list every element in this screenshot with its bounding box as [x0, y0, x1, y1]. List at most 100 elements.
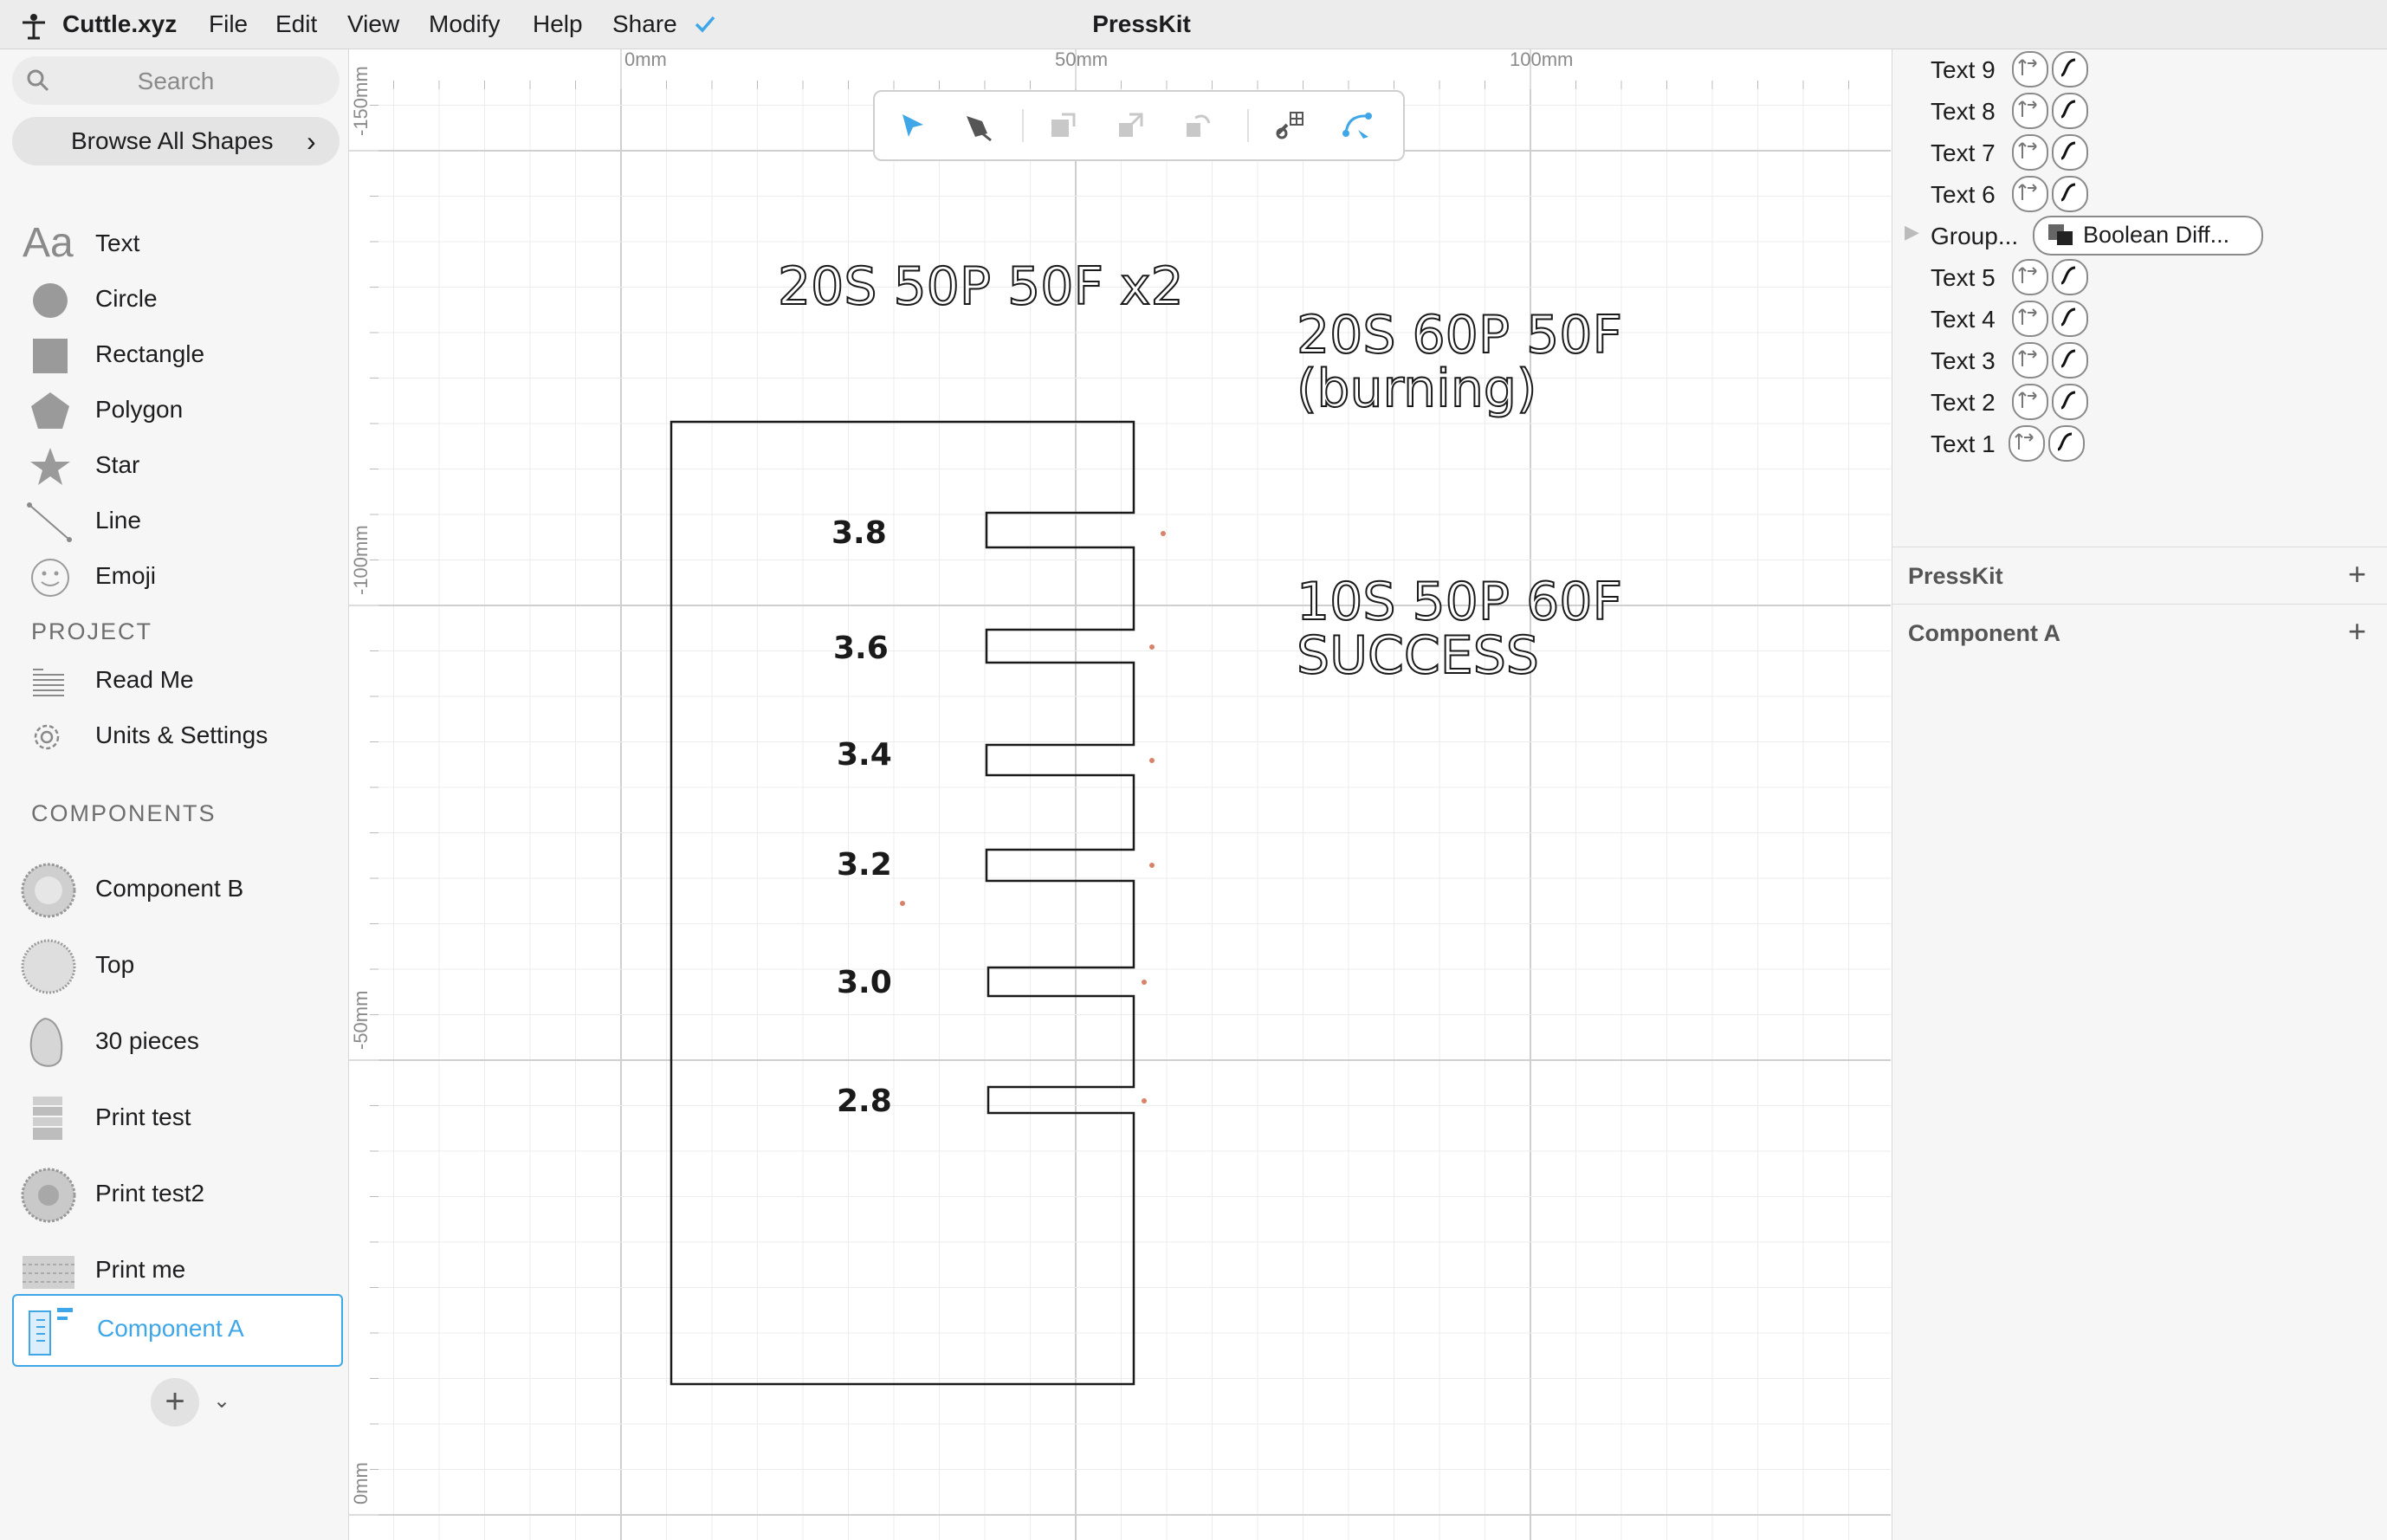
component-a[interactable]: Component A — [12, 1294, 343, 1367]
gear-icon — [34, 724, 60, 750]
layer-row[interactable]: Text 9 — [1892, 49, 2387, 91]
shape-circle[interactable]: Circle — [0, 275, 348, 327]
transform-icon[interactable] — [2012, 259, 2048, 295]
layer-group-row[interactable]: ▶ Group... Boolean Diff... — [1892, 216, 2387, 257]
section-presskit[interactable]: PressKit + — [1892, 547, 2387, 605]
send-back-icon[interactable] — [1180, 107, 1216, 144]
layer-row[interactable]: Text 6 — [1892, 174, 2387, 216]
chevron-down-icon[interactable]: ⌄ — [213, 1388, 230, 1414]
right-panel: Text 9 Text 8 Text 7 Text 6 ▶ Group... B… — [1892, 49, 2387, 1540]
transform-glyph-icon — [2018, 142, 2037, 159]
components-heading: COMPONENTS — [31, 800, 217, 826]
canvas-title-label[interactable]: 20S 60P 50F — [1296, 304, 1623, 366]
curve-icon[interactable] — [2052, 51, 2088, 87]
stack-thumbnail-icon — [33, 1097, 62, 1140]
project-units-settings[interactable]: Units & Settings — [0, 711, 348, 763]
component-label: 30 pieces — [95, 1027, 199, 1054]
layer-label: Text 7 — [1931, 139, 1996, 166]
transform-icon[interactable] — [2012, 93, 2048, 129]
layer-row[interactable]: Text 4 — [1892, 299, 2387, 340]
shape-label: Star — [95, 451, 140, 478]
layer-label: Text 9 — [1931, 56, 1996, 83]
bring-front-icon[interactable] — [1045, 107, 1081, 144]
transform-icon[interactable] — [2012, 51, 2048, 87]
transform-glyph-icon — [2018, 391, 2037, 408]
layer-row[interactable]: Text 2 — [1892, 382, 2387, 424]
layer-row[interactable]: Text 3 — [1892, 340, 2387, 382]
component-print-test2[interactable]: Print test2 — [12, 1161, 340, 1230]
project-heading: PROJECT — [31, 618, 153, 644]
layer-row[interactable]: Text 8 — [1892, 91, 2387, 133]
boolean-difference-pill[interactable]: Boolean Diff... — [2033, 216, 2263, 256]
slot-value-label[interactable]: 3.2 — [837, 847, 892, 883]
layer-row[interactable]: Text 7 — [1892, 133, 2387, 174]
add-icon[interactable]: + — [2348, 613, 2366, 650]
transform-icon[interactable] — [2009, 425, 2045, 462]
curve-icon[interactable] — [2052, 384, 2088, 420]
ruler-top-label: 0mm — [624, 49, 667, 70]
select-arrow-icon[interactable] — [894, 107, 930, 144]
shape-polygon[interactable]: Polygon — [0, 385, 348, 437]
component-b[interactable]: Component B — [12, 856, 340, 925]
add-component-button[interactable]: + — [151, 1378, 199, 1427]
transform-icon[interactable] — [2012, 134, 2048, 171]
component-label: Top — [95, 951, 135, 978]
ruler-left-label: 0mm — [350, 1462, 372, 1504]
component-30-pieces[interactable]: 30 pieces — [12, 1008, 340, 1077]
curve-icon[interactable] — [2052, 342, 2088, 379]
component-print-test[interactable]: Print test — [12, 1084, 340, 1154]
slot-value-label[interactable]: 3.8 — [831, 515, 887, 551]
search-input[interactable]: Search — [12, 56, 340, 105]
canvas-title-label[interactable]: (burning) — [1296, 358, 1537, 420]
layer-label: Text 1 — [1931, 430, 1996, 457]
canvas-toolbar — [873, 90, 1405, 161]
curve-icon[interactable] — [2052, 93, 2088, 129]
curve-icon[interactable] — [2048, 425, 2085, 462]
slot-value-label[interactable]: 2.8 — [837, 1084, 892, 1119]
layer-row[interactable]: Text 1 — [1892, 424, 2387, 465]
curve-icon[interactable] — [2052, 259, 2088, 295]
search-placeholder: Search — [137, 68, 215, 94]
disc-thumbnail-icon — [21, 939, 76, 994]
layers-list: Text 9 Text 8 Text 7 Text 6 ▶ Group... B… — [1892, 49, 2387, 534]
canvas-title-label[interactable]: SUCCESS — [1296, 624, 1540, 687]
slot-value-label[interactable]: 3.4 — [837, 737, 892, 773]
canvas-title-label[interactable]: 10S 50P 60F — [1296, 571, 1623, 633]
component-label: Print test2 — [95, 1180, 205, 1207]
gear-thumbnail-icon — [21, 1168, 76, 1223]
curve-icon[interactable] — [2052, 134, 2088, 171]
pen-icon[interactable] — [960, 107, 996, 144]
shape-line[interactable]: Line — [0, 496, 348, 548]
expand-triangle-icon[interactable]: ▶ — [1905, 221, 1919, 243]
curve-glyph-icon — [2060, 307, 2076, 327]
transform-icon[interactable] — [2012, 176, 2048, 212]
star-icon — [30, 448, 70, 485]
canvas-drawing[interactable]: 0mm 50mm 100mm -150mm -100mm -50mm 0mm 2… — [349, 49, 1891, 1540]
curve-icon[interactable] — [2052, 176, 2088, 212]
curve-glyph-icon — [2060, 58, 2076, 77]
transform-icon[interactable] — [2012, 342, 2048, 379]
canvas-title-label[interactable]: 20S 50P 50F x2 — [777, 256, 1185, 318]
shape-text[interactable]: Aa Text — [0, 219, 348, 271]
design-canvas[interactable]: 0mm 50mm 100mm -150mm -100mm -50mm 0mm 2… — [349, 49, 1891, 1540]
path-edit-icon[interactable] — [1339, 107, 1375, 144]
shape-star[interactable]: Star — [0, 441, 348, 493]
shape-emoji[interactable]: Emoji — [0, 552, 348, 604]
layer-label: Text 8 — [1931, 98, 1996, 125]
slot-value-label[interactable]: 3.6 — [833, 631, 889, 666]
slot-value-label[interactable]: 3.0 — [837, 965, 892, 1000]
curve-icon[interactable] — [2052, 301, 2088, 337]
scale-icon[interactable] — [1112, 107, 1148, 144]
document-title: PressKit — [1092, 10, 1191, 37]
transform-icon[interactable] — [2012, 384, 2048, 420]
section-label: Component A — [1908, 620, 2060, 646]
layer-row[interactable]: Text 5 — [1892, 257, 2387, 299]
transform-icon[interactable] — [2012, 301, 2048, 337]
add-icon[interactable]: + — [2348, 556, 2366, 592]
component-top[interactable]: Top — [12, 932, 340, 1001]
browse-all-shapes-button[interactable]: Browse All Shapes › — [12, 117, 340, 165]
section-component-a[interactable]: Component A + — [1892, 604, 2387, 662]
link-grid-icon[interactable] — [1271, 107, 1308, 144]
project-read-me[interactable]: Read Me — [0, 656, 348, 708]
shape-rectangle[interactable]: Rectangle — [0, 330, 348, 382]
